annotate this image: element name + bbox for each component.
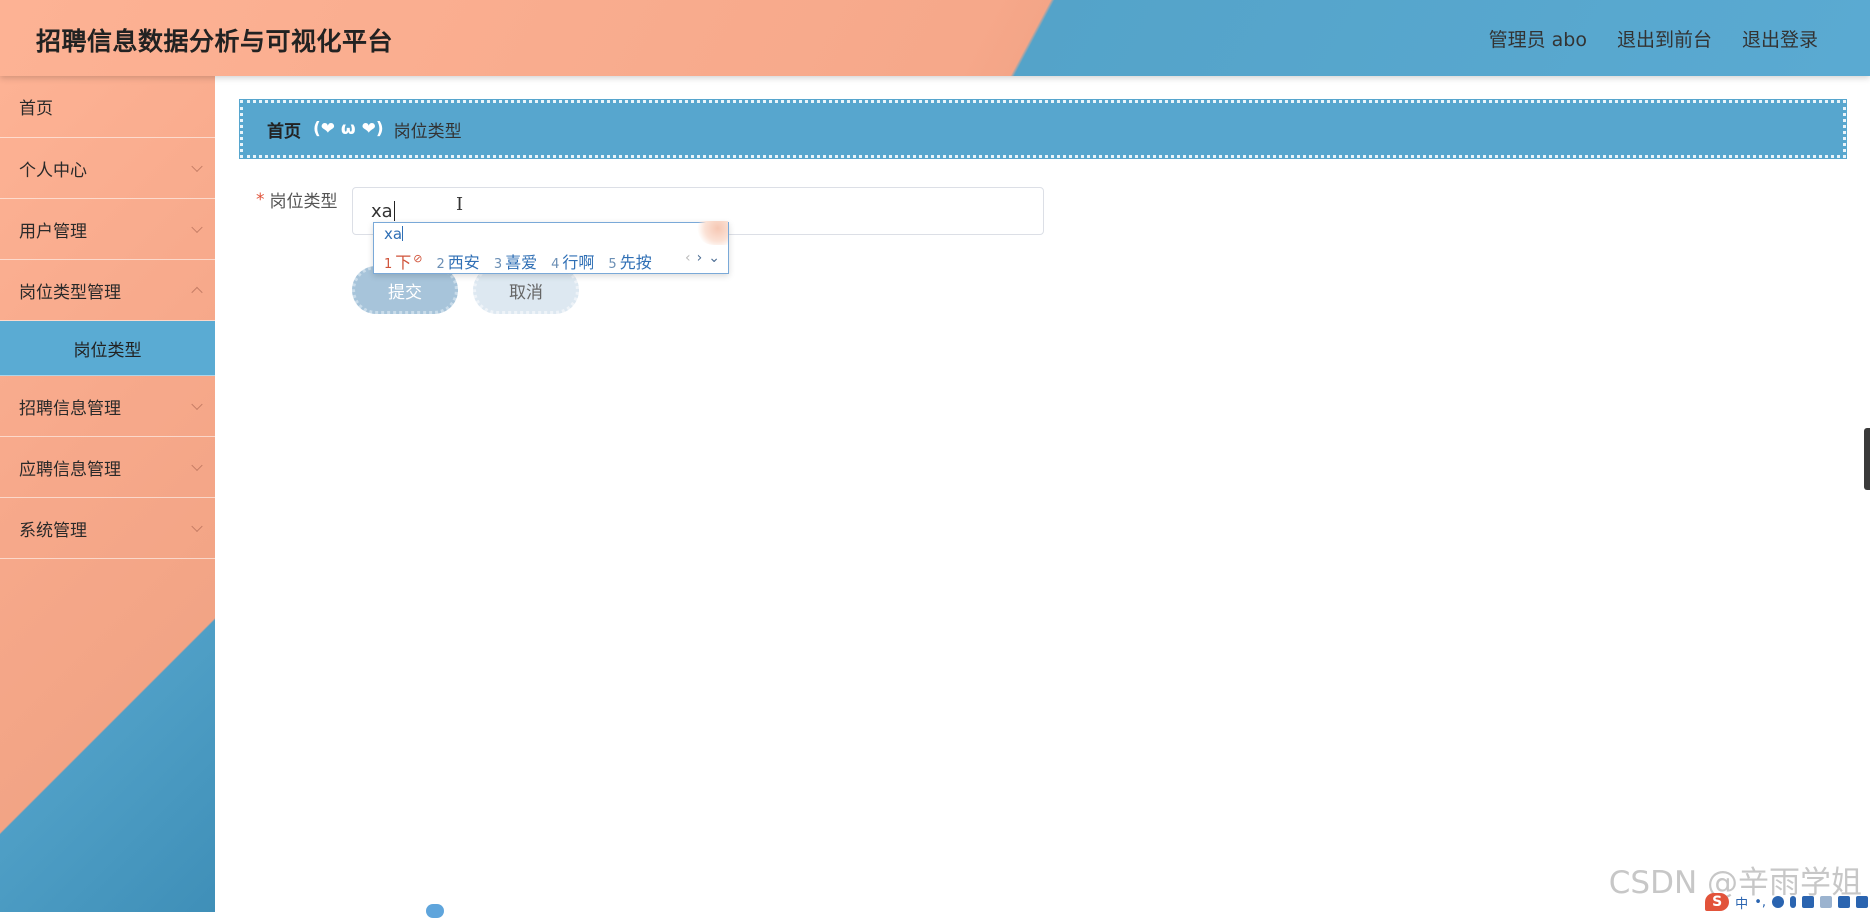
top-header: 招聘信息数据分析与可视化平台 管理员 abo 退出到前台 退出登录 <box>0 0 1870 76</box>
scrollbar-thumb[interactable] <box>1864 428 1870 490</box>
admin-user-label[interactable]: 管理员 abo <box>1489 25 1587 52</box>
chevron-down-icon <box>191 160 203 173</box>
sidebar-item-home[interactable]: 首页 <box>0 76 215 138</box>
input-mode-label[interactable]: 中 <box>1735 893 1748 912</box>
candidate-text: 先按 <box>619 253 652 272</box>
expand-chevron-icon[interactable]: ⌄ <box>708 250 720 266</box>
candidate-text: 行啊 <box>562 253 595 272</box>
sidebar-item-label: 岗位类型管理 <box>19 282 121 303</box>
chevron-down-icon <box>191 520 203 533</box>
job-type-input-value: xa <box>371 200 393 222</box>
chevron-down-icon <box>191 398 203 411</box>
sidebar-item-label: 应聘信息管理 <box>19 459 121 480</box>
sidebar-item-personal-center[interactable]: 个人中心 <box>0 138 215 199</box>
logout-link[interactable]: 退出登录 <box>1742 25 1818 52</box>
ime-candidate[interactable]: 5 先按 <box>608 249 651 273</box>
candidate-text: 西安 <box>447 253 480 272</box>
sidebar-subitem-job-type[interactable]: 岗位类型 <box>0 321 215 376</box>
toolbox-icon[interactable] <box>1856 896 1868 908</box>
job-type-label: 岗位类型 <box>269 192 338 212</box>
sidebar-item-job-type-management[interactable]: 岗位类型管理 <box>0 260 215 321</box>
ime-candidate[interactable]: 1 下 ⊘ <box>384 249 423 273</box>
ime-candidate-popup: xa 1 下 ⊘ 2 西安 3 喜爱 4 行啊 5 先按 ‹ › ⌄ <box>373 221 729 274</box>
sidebar-item-application-management[interactable]: 应聘信息管理 <box>0 437 215 498</box>
skin-icon[interactable] <box>1838 896 1850 908</box>
sidebar-item-system-management[interactable]: 系统管理 <box>0 498 215 559</box>
breadcrumb-separator: (❤ ω ❤) <box>313 119 384 139</box>
back-to-front-link[interactable]: 退出到前台 <box>1617 25 1712 52</box>
user-icon[interactable] <box>1820 896 1832 908</box>
ime-tray: S 中 •, <box>1705 892 1868 912</box>
sidebar-item-recruitment-management[interactable]: 招聘信息管理 <box>0 376 215 437</box>
breadcrumb-current: 岗位类型 <box>393 121 462 142</box>
floating-dot-icon <box>426 904 444 918</box>
ibeam-cursor-icon: I <box>456 194 464 215</box>
candidate-text: 下 <box>395 253 412 272</box>
required-asterisk: * <box>256 189 265 210</box>
punctuation-icon[interactable]: •, <box>1754 895 1766 910</box>
app-title: 招聘信息数据分析与可视化平台 <box>36 27 394 56</box>
breadcrumb: 首页 (❤ ω ❤) 岗位类型 <box>240 100 1846 158</box>
header-nav: 管理员 abo 退出到前台 退出登录 <box>1489 25 1818 52</box>
keyboard-icon[interactable] <box>1802 896 1814 908</box>
ime-composition-text: xa <box>384 225 403 243</box>
sidebar-item-label: 首页 <box>19 99 53 119</box>
prev-page-icon[interactable]: ‹ <box>685 250 691 266</box>
sidebar-item-user-management[interactable]: 用户管理 <box>0 199 215 260</box>
sidebar-item-label: 招聘信息管理 <box>19 398 121 419</box>
sidebar: 首页 个人中心 用户管理 岗位类型管理 岗位类型 招聘信息管理 应聘信息管理 系… <box>0 76 215 912</box>
ime-candidate[interactable]: 4 行啊 <box>551 249 594 273</box>
chevron-up-icon <box>191 286 203 299</box>
form-row-job-type: * 岗位类型 <box>256 187 350 213</box>
text-caret <box>393 201 395 221</box>
ime-skin-decoration <box>694 221 728 245</box>
chevron-down-icon <box>191 459 203 472</box>
emoji-icon[interactable] <box>1772 896 1784 908</box>
candidate-number: 4 <box>551 257 560 272</box>
ime-caret <box>402 226 404 241</box>
sidebar-item-label: 系统管理 <box>19 520 87 541</box>
sogou-logo-icon[interactable]: S <box>1705 893 1730 911</box>
ime-composition: xa <box>384 225 404 243</box>
chevron-down-icon <box>191 221 203 234</box>
candidate-number: 5 <box>608 257 617 272</box>
sidebar-item-label: 个人中心 <box>19 160 87 181</box>
clear-circle-icon: ⊘ <box>413 252 423 265</box>
ime-candidate[interactable]: 3 喜爱 <box>494 249 537 273</box>
candidate-number: 3 <box>493 257 503 272</box>
next-page-icon[interactable]: › <box>697 250 703 266</box>
candidate-text: 喜爱 <box>505 253 538 272</box>
ime-candidate-list: 1 下 ⊘ 2 西安 3 喜爱 4 行啊 5 先按 <box>384 249 652 273</box>
ime-paging: ‹ › ⌄ <box>685 250 720 266</box>
microphone-icon[interactable] <box>1790 896 1796 908</box>
candidate-number: 2 <box>436 257 445 272</box>
sidebar-item-label: 用户管理 <box>19 221 87 242</box>
sidebar-subitem-label: 岗位类型 <box>73 340 142 361</box>
breadcrumb-home[interactable]: 首页 <box>267 117 301 142</box>
candidate-number: 1 <box>384 257 393 272</box>
ime-candidate[interactable]: 2 西安 <box>437 249 480 273</box>
